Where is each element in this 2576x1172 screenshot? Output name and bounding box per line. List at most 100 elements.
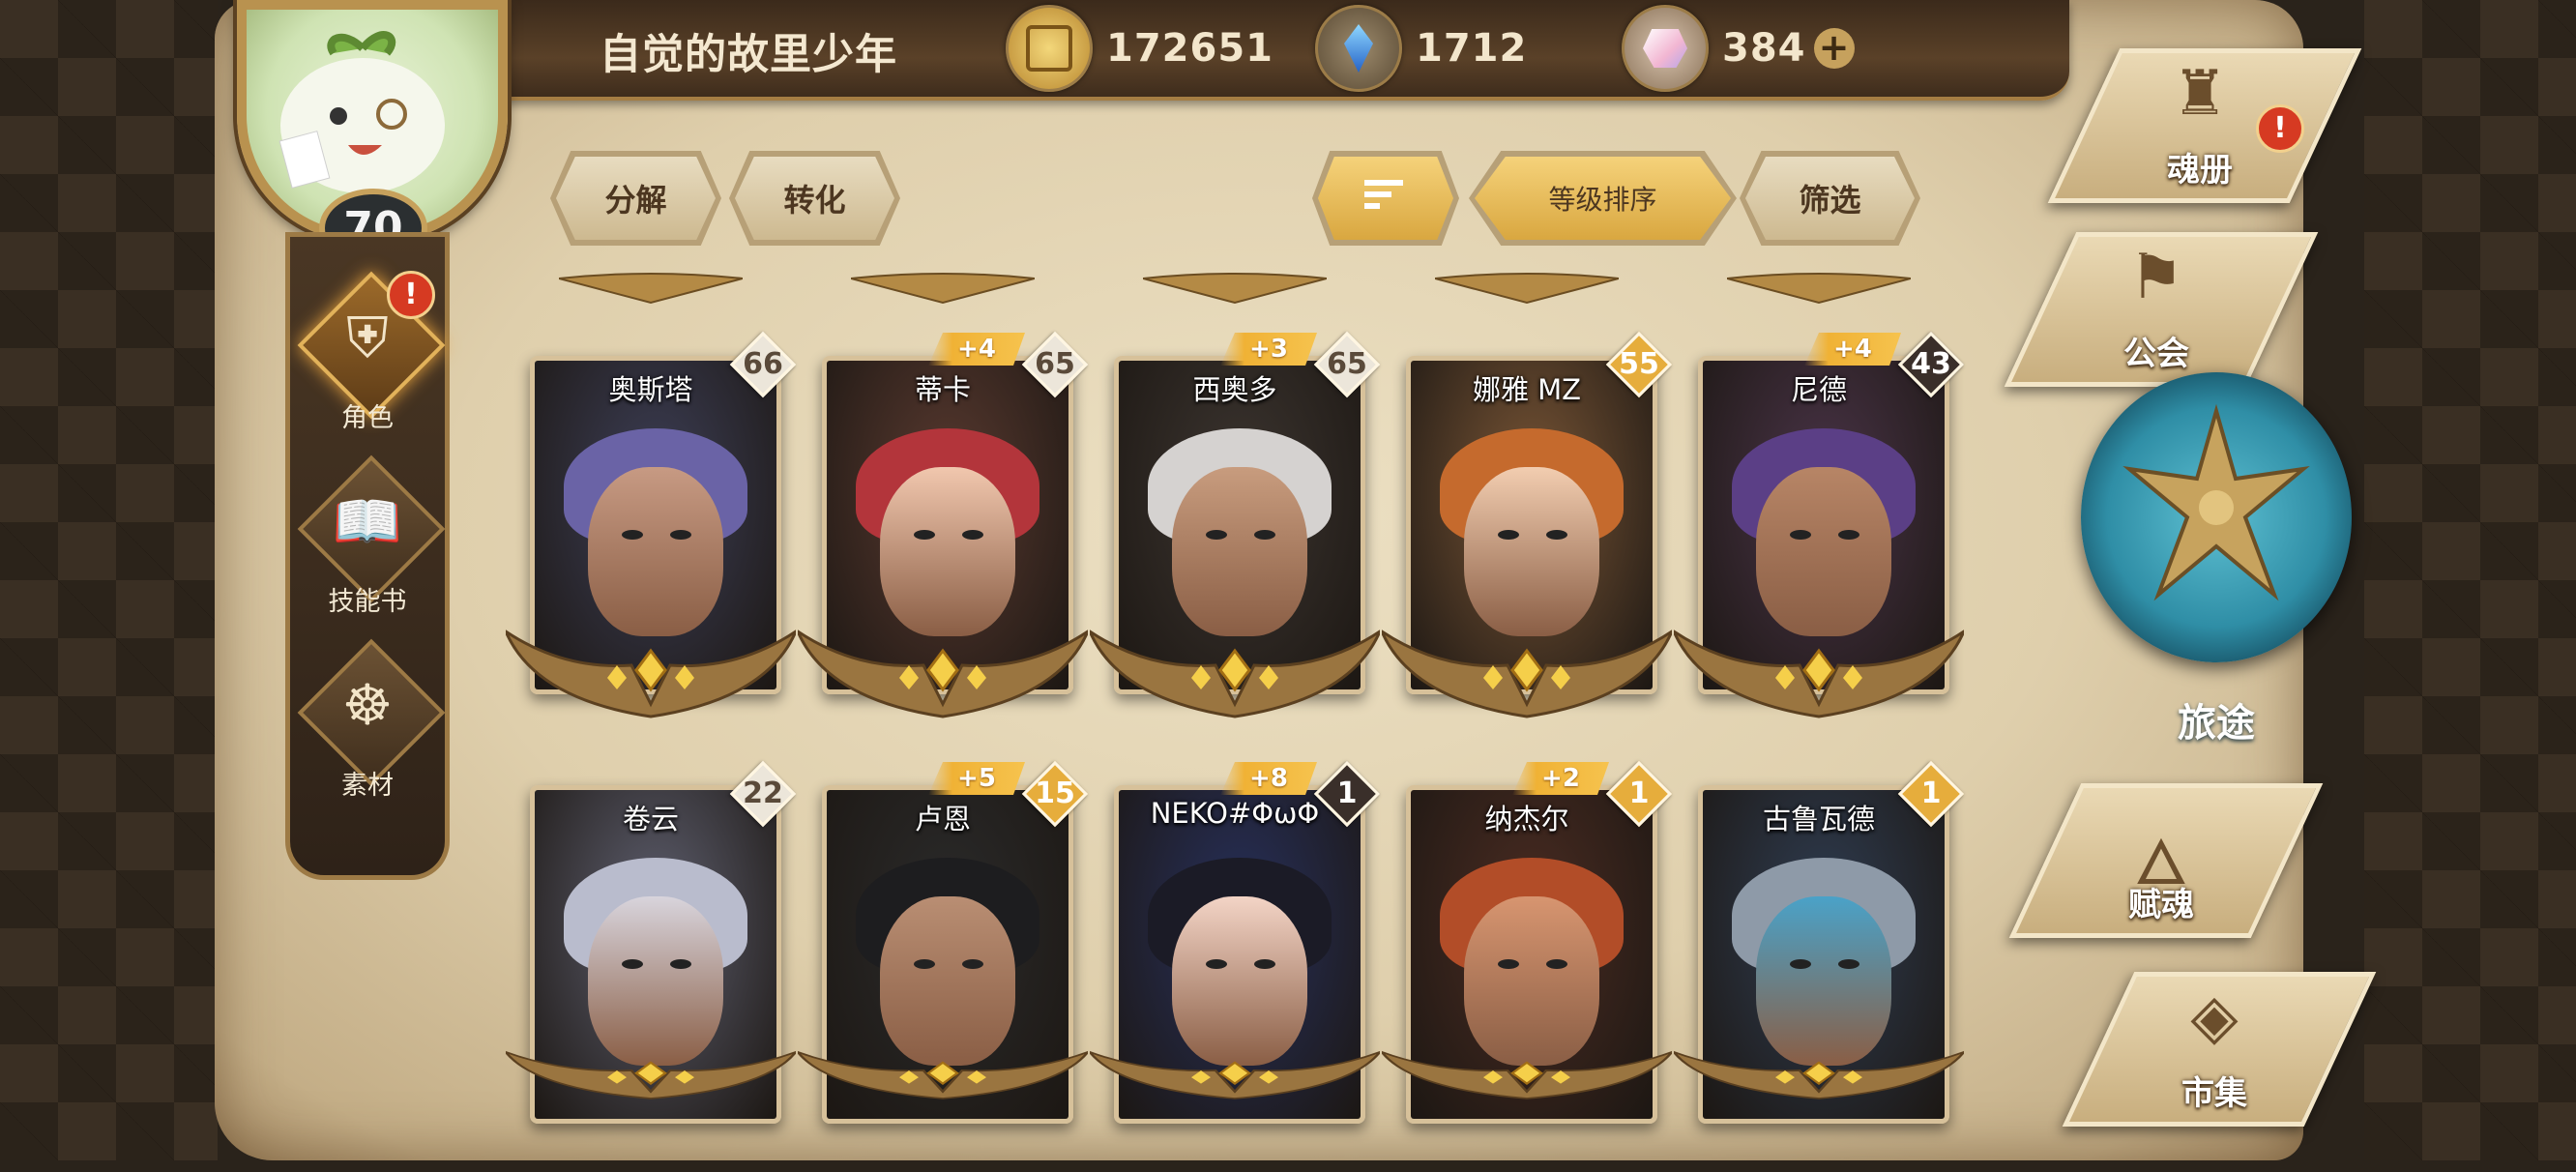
hero-level: 15 xyxy=(1035,776,1075,810)
hero-eye xyxy=(622,530,643,540)
nav-label: 公会 xyxy=(2123,335,2189,373)
mascot-icon xyxy=(278,31,445,193)
hero-card[interactable]: 西奥多 65 +3 xyxy=(1086,273,1384,743)
rank-wings-icon xyxy=(502,1041,800,1099)
gem-currency[interactable]: 384 + xyxy=(1622,5,1855,92)
hero-card[interactable]: 古鲁瓦德 1 xyxy=(1670,760,1968,1172)
hero-enhance-badge: +3 xyxy=(1220,333,1317,366)
nav-label: 魂册 xyxy=(2167,151,2233,190)
card-crest-ornament xyxy=(1726,269,1912,305)
menu-item-label: 技能书 xyxy=(328,587,407,617)
material-icon: ☸ xyxy=(342,672,393,738)
guild-banner-icon: ⚑ xyxy=(2128,242,2184,313)
hero-card[interactable]: 纳杰尔 1 +2 xyxy=(1378,760,1676,1172)
player-name: 自觉的故里少年 xyxy=(600,31,897,79)
hero-eye xyxy=(1546,959,1567,969)
rank-wings-icon xyxy=(1378,612,1676,718)
menu-item-label: 素材 xyxy=(341,771,394,801)
hero-eye xyxy=(1498,959,1519,969)
player-avatar[interactable]: 70 xyxy=(218,0,512,268)
nav-label: 赋魂 xyxy=(2128,886,2194,924)
rank-wings-icon xyxy=(794,612,1092,718)
decompose-button[interactable]: 分解 xyxy=(550,151,721,246)
hero-eye xyxy=(1546,530,1567,540)
nav-guild[interactable]: ⚑ 公会 xyxy=(2004,222,2319,387)
hero-level: 65 xyxy=(1035,347,1075,381)
convert-label: 转化 xyxy=(783,182,846,219)
filter-label: 筛选 xyxy=(1799,182,1861,219)
hero-face xyxy=(1756,896,1891,1066)
hero-card[interactable]: NEKO#ΦωΦ 1 +8 xyxy=(1086,760,1384,1172)
add-gem-button[interactable]: + xyxy=(1813,28,1855,69)
hero-face xyxy=(1464,467,1599,636)
menu-item-skill-book[interactable]: 📖 技能书 xyxy=(290,454,446,624)
hero-face xyxy=(880,896,1015,1066)
hero-card[interactable]: 娜雅 MZ 55 xyxy=(1378,273,1676,743)
left-menu: ⛨ 角色 ! 📖 技能书 ☸ 素材 xyxy=(285,232,450,880)
hero-face xyxy=(588,467,723,636)
hero-level: 22 xyxy=(743,776,783,810)
hero-card[interactable]: 奥斯塔 66 xyxy=(502,273,800,743)
hero-level: 43 xyxy=(1911,347,1951,381)
level-sort-label: 等级排序 xyxy=(1548,184,1657,216)
hero-eye xyxy=(914,959,935,969)
card-crest-ornament xyxy=(1142,269,1328,305)
hero-level-badge: 1 xyxy=(1897,760,1965,828)
decompose-label: 分解 xyxy=(604,182,667,219)
hero-eye xyxy=(670,530,691,540)
hero-eye xyxy=(1206,530,1227,540)
crystal-amount: 1712 xyxy=(1416,26,1528,71)
hero-card[interactable]: 卷云 22 xyxy=(502,760,800,1172)
hero-level-badge: 1 xyxy=(1313,760,1381,828)
hero-eye xyxy=(1254,530,1275,540)
nav-journey[interactable]: 旅途 xyxy=(2071,372,2361,746)
hero-eye xyxy=(1254,959,1275,969)
journey-emblem xyxy=(2081,372,2352,662)
menu-item-character[interactable]: ⛨ 角色 ! xyxy=(290,271,446,440)
rank-wings-icon xyxy=(794,1041,1092,1099)
rank-wings-icon xyxy=(1086,1041,1384,1099)
hero-card[interactable]: 卢恩 15 +5 xyxy=(794,760,1092,1172)
hero-enhance-badge: +5 xyxy=(928,762,1025,795)
level-sort-button[interactable]: 等级排序 xyxy=(1469,151,1737,246)
menu-item-material[interactable]: ☸ 素材 xyxy=(290,638,446,807)
nav-label: 旅途 xyxy=(2178,701,2255,746)
hero-face xyxy=(880,467,1015,636)
card-crest-ornament xyxy=(1434,269,1620,305)
hero-level-badge: 66 xyxy=(729,331,797,398)
nav-soul-book[interactable]: ♜ 魂册 ! xyxy=(2047,39,2362,203)
hero-enhance-badge: +2 xyxy=(1512,762,1609,795)
hero-level-badge: 65 xyxy=(1313,331,1381,398)
hero-eye xyxy=(1838,530,1859,540)
hero-level-badge: 15 xyxy=(1021,760,1089,828)
skill-book-icon: 📖 xyxy=(332,488,403,554)
filter-button[interactable]: 筛选 xyxy=(1740,151,1920,246)
rank-wings-icon xyxy=(1670,1041,1968,1099)
market-crystal-icon: ◈ xyxy=(2190,982,2239,1053)
hero-face xyxy=(588,896,723,1066)
gem-amount: 384 xyxy=(1722,26,1806,71)
hero-eye xyxy=(1838,959,1859,969)
sort-icon xyxy=(1364,178,1407,219)
sort-direction-button[interactable] xyxy=(1312,151,1459,246)
hero-eye xyxy=(962,959,983,969)
nav-market[interactable]: ◈ 市集 xyxy=(2062,962,2377,1127)
hero-card[interactable]: 蒂卡 65 +4 xyxy=(794,273,1092,743)
hero-card[interactable]: 尼德 43 +4 xyxy=(1670,273,1968,743)
hero-level: 66 xyxy=(743,347,783,381)
rank-wings-icon xyxy=(1086,612,1384,718)
journey-emblem-icon xyxy=(2122,403,2310,601)
pink-gem-icon xyxy=(1622,5,1709,92)
hero-enhance-badge: +8 xyxy=(1220,762,1317,795)
nav-soul-infuse[interactable]: 🜂 赋魂 xyxy=(2008,774,2324,938)
hero-eye xyxy=(1206,959,1227,969)
convert-button[interactable]: 转化 xyxy=(729,151,900,246)
hero-face xyxy=(1172,896,1307,1066)
hero-level: 65 xyxy=(1327,347,1367,381)
hero-eye xyxy=(1790,530,1811,540)
hero-level-badge: 65 xyxy=(1021,331,1089,398)
hero-eye xyxy=(622,959,643,969)
nav-label: 市集 xyxy=(2181,1074,2247,1113)
hero-eye xyxy=(1498,530,1519,540)
blue-crystal-icon xyxy=(1315,5,1402,92)
